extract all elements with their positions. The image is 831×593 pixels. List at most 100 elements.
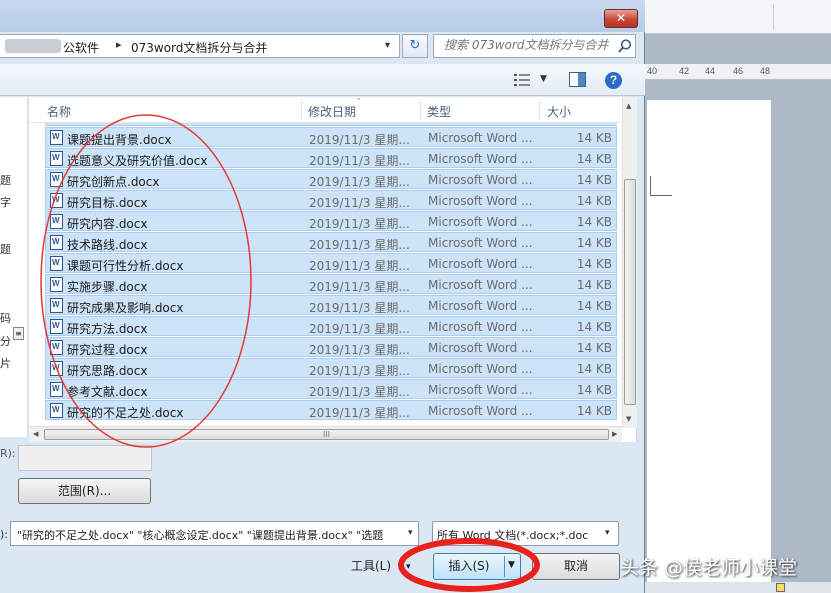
cell-type: Microsoft Word ...	[428, 278, 533, 292]
nav-item-fragment[interactable]: 题	[0, 241, 11, 257]
refresh-button[interactable]: ↻	[402, 34, 428, 58]
table-row[interactable]: 课题提出背景.docx 2019/11/3 星期... Microsoft Word…	[45, 127, 617, 147]
filename-field[interactable]: "研究的不足之处.docx" "核心概念设定.docx" "课题提出背景.doc…	[10, 521, 419, 546]
cell-date: 2019/11/3 星期...	[309, 175, 410, 189]
nav-item-fragment[interactable]: 题	[0, 172, 11, 188]
watermark: 头条 @侯老师小课堂	[620, 557, 798, 579]
word-status-bar	[643, 582, 831, 593]
search-input[interactable]	[444, 38, 620, 52]
table-row[interactable]: 实施步骤.docx 2019/11/3 星期... Microsoft Word .…	[45, 274, 617, 294]
word-document-icon	[50, 277, 63, 292]
search-box[interactable]	[433, 34, 636, 58]
word-document-page[interactable]	[647, 100, 771, 593]
cell-size: 14 KB	[576, 341, 612, 355]
cell-date: 2019/11/3 星期...	[309, 343, 410, 357]
navigation-pane[interactable]: 题 字 题 码 分 片 ≡	[0, 97, 28, 437]
file-list-header: ⌃ 名称 修改日期 类型 大小	[29, 97, 621, 123]
table-row[interactable]: 选题意义及研究价值.docx 2019/11/3 星期... Microsoft W…	[45, 148, 617, 168]
insert-label[interactable]: 插入(S)	[434, 554, 504, 579]
cell-size: 14 KB	[576, 194, 612, 208]
tools-button[interactable]: 工具(L) ▾	[351, 553, 423, 579]
ruler-tick: 48	[760, 66, 771, 76]
filename-dropdown-icon[interactable]: ▾	[408, 528, 413, 538]
vertical-scrollbar[interactable]: ▲ ▼	[622, 97, 637, 428]
cell-date: 2019/11/3 星期...	[309, 301, 410, 315]
filename-label: ):	[0, 528, 8, 541]
table-row[interactable]: 研究创新点.docx 2019/11/3 星期... Microsoft Word …	[45, 169, 617, 189]
tools-dropdown-icon[interactable]: ▾	[406, 554, 411, 580]
filetype-dropdown-icon[interactable]: ▾	[605, 528, 610, 538]
tools-label[interactable]: 工具(L)	[351, 553, 391, 579]
column-header-date[interactable]: 修改日期	[308, 103, 356, 120]
scroll-up-icon[interactable]: ▲	[626, 102, 631, 110]
cell-type: Microsoft Word ...	[428, 152, 533, 166]
view-details-icon[interactable]	[514, 73, 530, 87]
address-dropdown-icon[interactable]: ▾	[385, 40, 390, 51]
cell-name: 研究成果及影响.docx	[67, 301, 184, 315]
ruler-tick: 46	[733, 66, 744, 76]
insert-dropdown-icon[interactable]: ▼	[508, 560, 515, 570]
vertical-scroll-thumb[interactable]	[624, 179, 636, 405]
cell-date: 2019/11/3 星期...	[309, 133, 410, 147]
cell-size: 14 KB	[576, 404, 612, 418]
filetype-value[interactable]: 所有 Word 文档(*.docx;*.doc	[437, 527, 602, 543]
table-row[interactable]: 研究的不足之处.docx 2019/11/3 星期... Microsoft Wor…	[45, 400, 617, 420]
table-row[interactable]: 参考文献.docx 2019/11/3 星期... Microsoft Word .…	[45, 379, 617, 399]
column-header-name[interactable]: 名称	[47, 103, 71, 120]
word-document-icon	[50, 235, 63, 250]
cell-date: 2019/11/3 星期...	[309, 280, 410, 294]
cell-date: 2019/11/3 星期...	[309, 259, 410, 273]
insert-button[interactable]: 插入(S) ▼	[433, 553, 521, 580]
nav-item-fragment[interactable]: 码	[0, 310, 11, 326]
table-row[interactable]: 研究成果及影响.docx 2019/11/3 星期... Microsoft Wor…	[45, 295, 617, 315]
nav-item-fragment[interactable]: 片	[0, 355, 11, 371]
column-header-size[interactable]: 大小	[547, 103, 571, 120]
breadcrumb-separator-icon[interactable]: ▸	[116, 38, 122, 51]
breadcrumb-folder-current[interactable]: 073word文档拆分与合并	[131, 39, 267, 56]
filetype-select[interactable]: 所有 Word 文档(*.docx;*.doc ▾	[432, 521, 619, 546]
horizontal-scrollbar[interactable]: ◀ III ▶	[29, 426, 622, 442]
scroll-right-icon[interactable]: ▶	[612, 430, 617, 438]
table-row[interactable]: 研究内容.docx 2019/11/3 星期... Microsoft Word .…	[45, 211, 617, 231]
search-icon[interactable]	[617, 38, 633, 54]
breadcrumb-folder-parent[interactable]: 公软件	[63, 39, 99, 56]
cell-size: 14 KB	[576, 299, 612, 313]
nav-item-fragment[interactable]: 字	[0, 194, 11, 210]
range-input[interactable]	[18, 445, 152, 471]
cell-name: 研究内容.docx	[67, 217, 148, 231]
close-button[interactable]: ✕	[604, 9, 638, 28]
table-row[interactable]: 研究思路.docx 2019/11/3 星期... Microsoft Word .…	[45, 358, 617, 378]
cell-size: 14 KB	[576, 257, 612, 271]
cancel-button[interactable]: 取消	[532, 553, 620, 580]
cell-name: 研究目标.docx	[67, 196, 148, 210]
table-row[interactable]: 课题可行性分析.docx 2019/11/3 星期... Microsoft Wor…	[45, 253, 617, 273]
word-background-window: 40 42 44 46 48	[643, 0, 831, 593]
table-row[interactable]: 研究目标.docx 2019/11/3 星期... Microsoft Word .…	[45, 190, 617, 210]
view-dropdown-icon[interactable]: ▼	[540, 74, 547, 84]
filename-value[interactable]: "研究的不足之处.docx" "核心概念设定.docx" "课题提出背景.doc…	[17, 527, 397, 543]
preview-pane-icon[interactable]	[569, 72, 586, 87]
range-button[interactable]: 范围(R)...	[18, 478, 151, 504]
cell-type: Microsoft Word ...	[428, 236, 533, 250]
cell-name: 研究过程.docx	[67, 343, 148, 357]
table-row-partial[interactable]	[45, 123, 617, 126]
table-row[interactable]: 研究方法.docx 2019/11/3 星期... Microsoft Word .…	[45, 316, 617, 336]
table-row[interactable]: 研究过程.docx 2019/11/3 星期... Microsoft Word .…	[45, 337, 617, 357]
horizontal-scroll-thumb[interactable]: III	[44, 429, 609, 440]
help-icon[interactable]: ?	[605, 72, 622, 89]
word-document-icon	[50, 256, 63, 271]
table-row[interactable]: 技术路线.docx 2019/11/3 星期... Microsoft Word .…	[45, 232, 617, 252]
word-document-icon	[50, 361, 63, 376]
insert-file-dialog: ✕ 公软件 ▸ 073word文档拆分与合并 ▾ ↻ ▼ ? 题 字 题 码	[0, 0, 645, 593]
status-bar-icon[interactable]	[776, 583, 785, 592]
cell-date: 2019/11/3 星期...	[309, 385, 410, 399]
cell-date: 2019/11/3 星期...	[309, 196, 410, 210]
scroll-left-icon[interactable]: ◀	[33, 430, 38, 438]
nav-item-fragment[interactable]: 分	[0, 333, 11, 349]
nav-scroll-grip-icon[interactable]: ≡	[13, 327, 24, 340]
address-bar[interactable]: 公软件 ▸ 073word文档拆分与合并 ▾	[0, 34, 400, 58]
sort-indicator-icon: ⌃	[356, 97, 362, 105]
column-header-type[interactable]: 类型	[427, 103, 451, 120]
word-document-icon	[50, 382, 63, 397]
scroll-down-icon[interactable]: ▼	[626, 415, 631, 423]
